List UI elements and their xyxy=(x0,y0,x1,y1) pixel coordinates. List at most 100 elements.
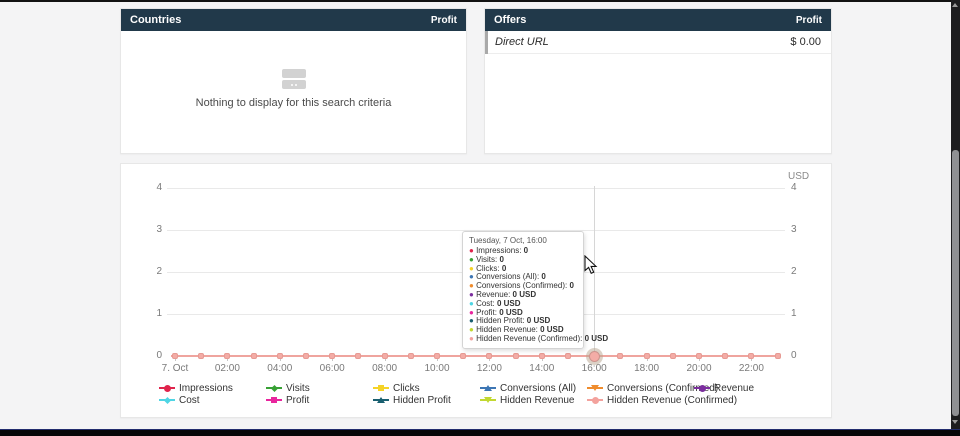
chart-tooltip: Tuesday, 7 Oct, 16:00 ● Impressions: 0● … xyxy=(462,231,584,349)
data-point-marker[interactable] xyxy=(224,353,230,359)
y-axis-label-right: 3 xyxy=(791,224,821,236)
data-point-marker[interactable] xyxy=(277,353,283,359)
data-point-marker[interactable] xyxy=(748,353,754,359)
data-point-marker[interactable] xyxy=(172,353,178,359)
countries-panel-title: Countries xyxy=(130,14,181,26)
offers-list-scrollbar[interactable] xyxy=(485,31,488,54)
data-point-marker[interactable] xyxy=(670,353,676,359)
hidden-revenue-legend-marker-icon xyxy=(480,395,496,405)
legend-symbol xyxy=(591,385,599,391)
data-point-marker[interactable] xyxy=(408,353,414,359)
tooltip-value: 0 xyxy=(524,246,528,255)
data-point-marker[interactable] xyxy=(434,353,440,359)
offer-name: Direct URL xyxy=(495,36,549,48)
scrollbar-up-arrow-icon[interactable] xyxy=(952,3,958,7)
legend-item[interactable]: Profit xyxy=(266,395,309,405)
legend-item[interactable]: Clicks xyxy=(373,383,420,393)
dashboard-screen: Countries Profit Nothing to display for … xyxy=(0,0,960,436)
legend-symbol xyxy=(484,385,492,391)
offers-panel-title: Offers xyxy=(494,14,526,26)
data-point-marker[interactable] xyxy=(303,353,309,359)
legend-item-label: Profit xyxy=(286,395,309,406)
tooltip-bullet-icon: ● xyxy=(469,334,476,343)
legend-symbol xyxy=(270,384,277,391)
x-axis-label: 20:00 xyxy=(673,363,725,374)
empty-state-text: Nothing to display for this search crite… xyxy=(196,97,392,109)
legend-symbol xyxy=(377,397,385,403)
tooltip-bullet-icon: ● xyxy=(469,246,476,255)
data-point-marker[interactable] xyxy=(644,353,650,359)
countries-panel-header: Countries Profit xyxy=(121,9,466,31)
data-point-marker[interactable] xyxy=(539,353,545,359)
x-axis-label: 7. Oct xyxy=(149,363,201,374)
data-point-marker[interactable] xyxy=(565,353,571,359)
tooltip-title: Tuesday, 7 Oct, 16:00 xyxy=(469,236,577,245)
legend-symbol xyxy=(484,397,492,403)
countries-profit-column-header[interactable]: Profit xyxy=(431,15,457,26)
legend-item-label: Hidden Revenue (Confirmed) xyxy=(607,395,737,406)
visits-legend-marker-icon xyxy=(266,383,282,393)
y-axis-label-left: 2 xyxy=(121,266,162,278)
legend-symbol xyxy=(699,385,706,392)
tooltip-value: 0 USD xyxy=(527,316,551,325)
x-axis-label: 22:00 xyxy=(725,363,777,374)
hovered-data-point[interactable] xyxy=(589,351,600,362)
legend-item-label: Revenue xyxy=(714,383,754,394)
right-axis-title: USD xyxy=(788,171,809,182)
legend-item[interactable]: Visits xyxy=(266,383,310,393)
countries-panel-body: Nothing to display for this search crite… xyxy=(121,31,466,109)
y-axis-label-left: 4 xyxy=(121,182,162,194)
offers-list: Direct URL $ 0.00 xyxy=(485,31,831,153)
tooltip-bullet-icon: ● xyxy=(469,290,476,299)
y-axis-label-left: 0 xyxy=(121,350,162,362)
x-axis-label: 04:00 xyxy=(254,363,306,374)
data-point-marker[interactable] xyxy=(355,353,361,359)
tooltip-value: 0 USD xyxy=(585,334,609,343)
hidden-revenue-confirmed--legend-marker-icon xyxy=(587,395,603,405)
legend-item-label: Conversions (All) xyxy=(500,383,576,394)
x-axis-label: 14:00 xyxy=(516,363,568,374)
y-axis-label-right: 4 xyxy=(791,182,821,194)
legend-item[interactable]: Conversions (All) xyxy=(480,383,576,393)
legend-item[interactable]: Cost xyxy=(159,395,200,405)
legend-item[interactable]: Hidden Revenue xyxy=(480,395,575,405)
data-point-marker[interactable] xyxy=(198,353,204,359)
x-axis-label: 16:00 xyxy=(568,363,620,374)
data-point-marker[interactable] xyxy=(251,353,257,359)
legend-item[interactable]: Revenue xyxy=(694,383,754,393)
data-point-marker[interactable] xyxy=(617,353,623,359)
tooltip-row: ● Hidden Revenue (Confirmed): 0 USD xyxy=(469,335,577,344)
tooltip-value: 0 USD xyxy=(540,325,564,334)
legend-symbol xyxy=(592,397,599,404)
tooltip-value: 0 USD xyxy=(497,299,521,308)
data-point-marker[interactable] xyxy=(722,353,728,359)
cost-legend-marker-icon xyxy=(159,395,175,405)
data-point-marker[interactable] xyxy=(382,353,388,359)
scrollbar-down-arrow-icon[interactable] xyxy=(952,420,958,424)
legend-item[interactable]: Impressions xyxy=(159,383,233,393)
data-point-marker[interactable] xyxy=(460,353,466,359)
scrollbar-thumb[interactable] xyxy=(952,150,959,416)
offer-row-direct-url[interactable]: Direct URL $ 0.00 xyxy=(485,31,831,54)
offer-profit-value: $ 0.00 xyxy=(790,36,821,48)
data-point-marker[interactable] xyxy=(696,353,702,359)
offers-panel-header: Offers Profit xyxy=(485,9,831,31)
data-point-marker[interactable] xyxy=(513,353,519,359)
window-scrollbar[interactable] xyxy=(951,0,960,429)
tooltip-bullet-icon: ● xyxy=(469,281,476,290)
y-axis-label-left: 3 xyxy=(121,224,162,236)
data-point-marker[interactable] xyxy=(486,353,492,359)
countries-panel: Countries Profit Nothing to display for … xyxy=(120,8,467,154)
tooltip-value: 0 xyxy=(569,281,573,290)
offers-profit-column-header[interactable]: Profit xyxy=(796,15,822,26)
legend-item-label: Hidden Revenue xyxy=(500,395,575,406)
legend-item-label: Hidden Profit xyxy=(393,395,451,406)
legend-item[interactable]: Hidden Profit xyxy=(373,395,451,405)
data-point-marker[interactable] xyxy=(329,353,335,359)
x-axis-label: 10:00 xyxy=(411,363,463,374)
legend-item-label: Impressions xyxy=(179,383,233,394)
x-axis-label: 02:00 xyxy=(201,363,253,374)
legend-item[interactable]: Hidden Revenue (Confirmed) xyxy=(587,395,737,405)
data-point-marker[interactable] xyxy=(775,353,781,359)
tooltip-value: 0 xyxy=(499,255,503,264)
